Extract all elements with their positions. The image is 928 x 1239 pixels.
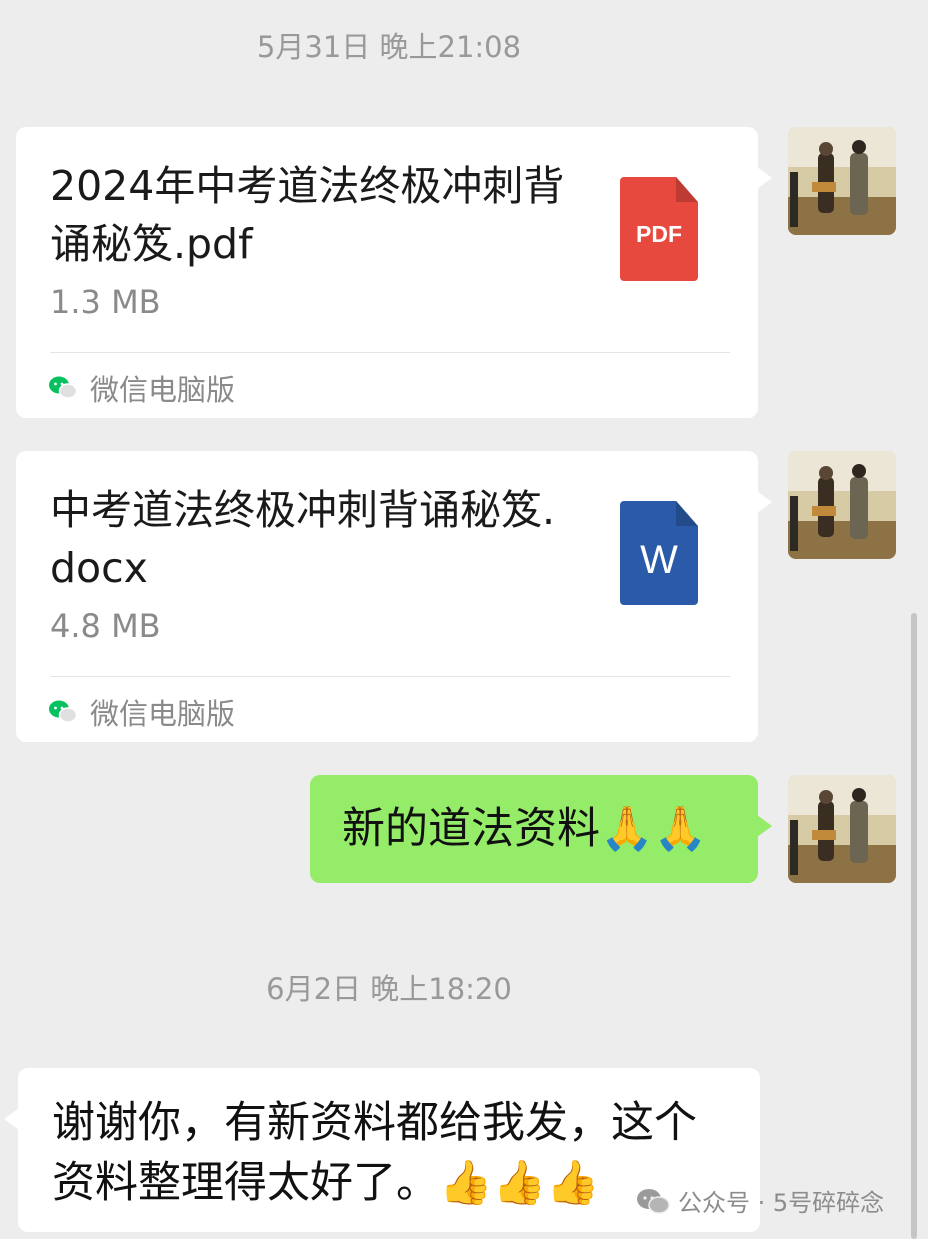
scrollbar[interactable] [911, 613, 917, 1239]
watermark-text: 公众号 · 5号碎碎念 [678, 1189, 885, 1217]
wechat-icon [49, 700, 78, 723]
timestamp: 6月2日 晚上18:20 [266, 972, 512, 1006]
timestamp: 5月31日 晚上21:08 [256, 30, 522, 64]
avatar[interactable] [788, 451, 896, 559]
divider [50, 676, 730, 677]
file-message-bubble[interactable]: 中考道法终极冲刺背诵秘笈.docx 4.8 MB W 微信电脑版 [16, 451, 772, 742]
source-label: 微信电脑版 [90, 697, 236, 731]
divider [50, 352, 730, 353]
avatar[interactable] [788, 775, 896, 883]
pdf-icon-label: PDF [636, 220, 682, 247]
avatar-photo [788, 451, 896, 559]
file-size: 4.8 MB [50, 607, 161, 645]
message-text-line: 资料整理得太好了。👍👍👍 [52, 1158, 600, 1208]
wechat-icon [49, 376, 78, 399]
avatar-photo [788, 775, 896, 883]
word-icon-label: W [640, 537, 678, 582]
file-size: 1.3 MB [50, 283, 161, 321]
source-app: 微信电脑版 [48, 691, 235, 733]
file-name: 中考道法终极冲刺背诵秘笈.docx [50, 486, 556, 592]
wechat-icon [637, 1188, 670, 1214]
avatar[interactable] [788, 127, 896, 235]
watermark: 公众号 · 5号碎碎念 [636, 1183, 884, 1218]
message-text-line: 谢谢你，有新资料都给我发，这个 [52, 1098, 697, 1148]
avatar-photo [788, 127, 896, 235]
word-file-icon: W [620, 501, 698, 605]
source-label: 微信电脑版 [90, 373, 236, 407]
source-app: 微信电脑版 [48, 367, 235, 409]
file-name: 2024年中考道法终极冲刺背诵秘笈.pdf [50, 162, 565, 268]
pdf-file-icon: PDF [620, 177, 698, 281]
message-text: 新的道法资料🙏🙏 [342, 804, 708, 854]
text-message-bubble[interactable]: 新的道法资料🙏🙏 [310, 775, 772, 883]
file-message-bubble[interactable]: 2024年中考道法终极冲刺背诵秘笈.pdf 1.3 MB PDF 微信电脑版 [16, 127, 772, 418]
